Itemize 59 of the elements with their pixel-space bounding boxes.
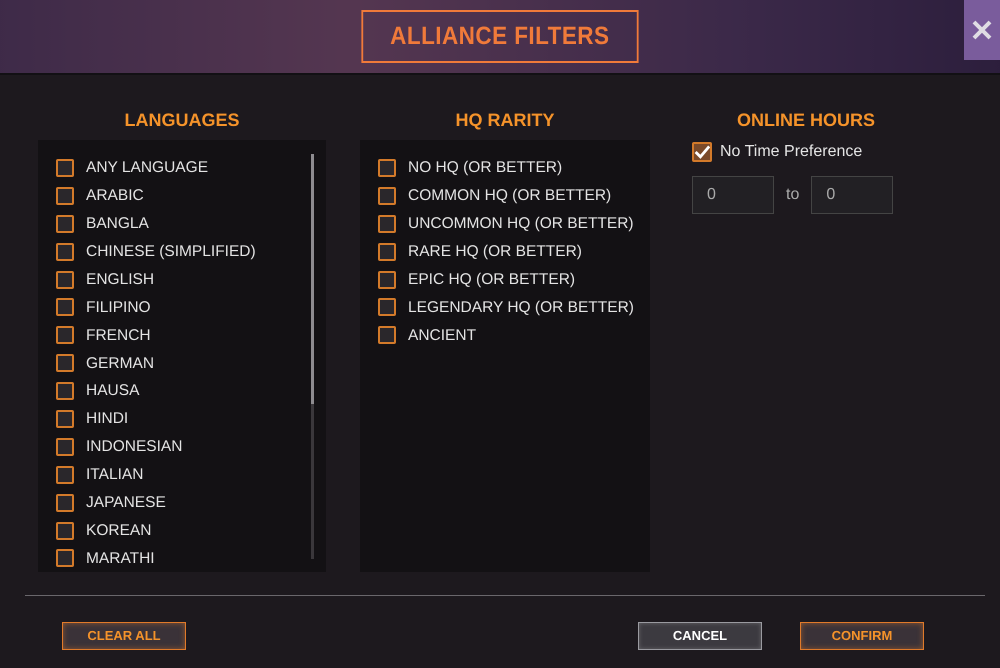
checkbox[interactable] (378, 242, 396, 261)
checkbox[interactable] (378, 186, 396, 205)
checkbox[interactable] (378, 298, 396, 316)
option-label: MARATHI (86, 548, 155, 569)
checkbox[interactable] (56, 382, 74, 400)
checkbox[interactable] (56, 438, 74, 456)
option-label: UNCOMMON HQ (OR BETTER) (408, 214, 634, 234)
dialog-button[interactable]: CANCEL (638, 622, 762, 650)
scrollbar[interactable] (311, 154, 314, 559)
option-label: CHINESE (SIMPLIFIED) (86, 242, 256, 262)
option-label: ANY LANGUAGE (86, 158, 208, 178)
option-label: FILIPINO (86, 298, 151, 318)
option-label: EPIC HQ (OR BETTER) (408, 270, 576, 290)
option-label: HAUSA (86, 381, 140, 402)
clear-all-button[interactable]: CLEAR ALL (62, 622, 186, 650)
column-heading: ONLINE HOURS (736, 109, 876, 132)
checkbox[interactable] (56, 410, 74, 428)
checkbox[interactable] (56, 326, 74, 344)
dialog-button[interactable]: CONFIRM (800, 622, 924, 650)
hour-field[interactable]: 0 (811, 176, 894, 214)
close-button[interactable] (964, 0, 1000, 60)
checkbox-label: No Time Preference (720, 142, 862, 162)
option-label: LEGENDARY HQ (OR BETTER) (408, 298, 634, 318)
checkbox[interactable] (56, 466, 74, 484)
checkbox[interactable] (56, 270, 74, 288)
checkbox[interactable] (56, 214, 74, 233)
option-label: FRENCH (86, 326, 151, 346)
checkbox[interactable] (378, 214, 396, 233)
checkbox[interactable] (56, 354, 74, 372)
option-label: RARE HQ (OR BETTER) (408, 242, 582, 262)
checkbox[interactable] (378, 270, 396, 288)
checkbox[interactable] (378, 326, 396, 344)
option-label: ITALIAN (86, 465, 144, 486)
hour-field[interactable]: 0 (692, 176, 774, 214)
window-title: ALLIANCE FILTERS (362, 10, 638, 64)
close-icon (971, 19, 993, 41)
checkbox[interactable] (56, 494, 74, 512)
option-label: ENGLISH (86, 270, 154, 290)
checkbox[interactable] (56, 522, 74, 540)
checkbox[interactable] (56, 242, 74, 261)
column-heading: LANGUAGES (123, 109, 240, 132)
option-label: HINDI (86, 409, 128, 430)
option-label: ANCIENT (408, 326, 476, 346)
option-label: JAPANESE (86, 493, 166, 513)
to-label: to (786, 184, 800, 205)
option-label: INDONESIAN (86, 437, 182, 458)
option-label: GERMAN (86, 354, 154, 374)
column-heading: HQ RARITY (454, 109, 556, 132)
option-label: BANGLA (86, 214, 149, 234)
option-label: KOREAN (86, 520, 152, 541)
option-label: NO HQ (OR BETTER) (408, 158, 562, 178)
checkbox[interactable] (56, 186, 74, 205)
checkbox[interactable] (56, 549, 74, 568)
option-label: ARABIC (86, 186, 144, 206)
checkbox[interactable] (56, 158, 74, 177)
checkbox[interactable] (378, 158, 396, 177)
option-label: COMMON HQ (OR BETTER) (408, 186, 612, 206)
checkbox[interactable] (692, 142, 712, 162)
checkbox[interactable] (56, 298, 74, 316)
